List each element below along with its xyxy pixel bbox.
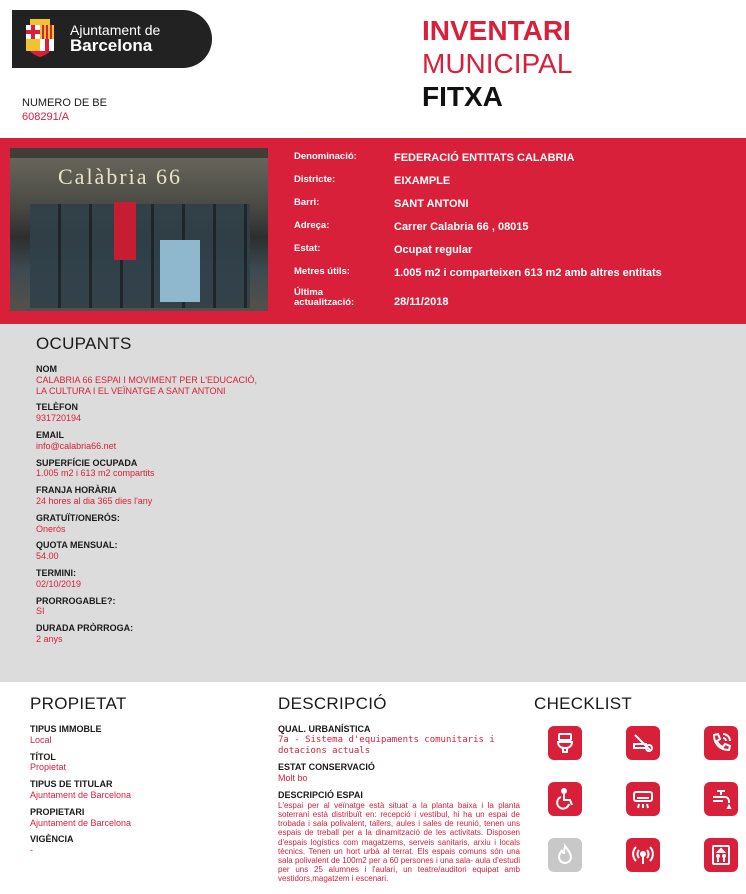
detail-label: Última actualització:	[294, 287, 355, 309]
detail-label: Estat:	[294, 243, 321, 254]
ocupant-field-gratuit: GRATUÏT/ONERÓS: Onerós	[36, 513, 266, 535]
field-label: NOM	[36, 364, 57, 374]
logo-line-1: Ajuntament de	[70, 21, 161, 38]
detail-value: Ocupat regular	[394, 244, 473, 256]
ocupants-title: OCUPANTS	[36, 334, 132, 353]
field-label: VIGÈNCIA	[30, 834, 74, 845]
field-value: Onerós	[36, 523, 66, 534]
summary-band: Calàbria 66 Denominació: FEDERACIÓ ENTIT…	[0, 138, 746, 324]
field-value: 1.005 m2 i 613 m2 compartits	[36, 468, 155, 479]
field-value: 2 anys	[36, 633, 63, 644]
detail-label: Districte:	[294, 174, 336, 185]
elevator-icon	[704, 838, 738, 872]
detail-value: EIXAMPLE	[394, 175, 451, 187]
checklist-title: CHECKLIST	[534, 694, 633, 713]
field-value[interactable]: info@calabria66.net	[36, 441, 266, 452]
propietat-section: PROPIETAT TIPUS IMMOBLE Local TÍTOL Prop…	[30, 694, 250, 862]
field-label: PROPIETARI	[30, 806, 85, 817]
field-label: QUAL. URBANÍSTICA	[278, 724, 371, 734]
field-value: Ajuntament de Barcelona	[30, 789, 132, 800]
field-label: QUOTA MENSUAL:	[36, 540, 118, 551]
field-value: 931720194	[36, 413, 82, 424]
field-label: GRATUÏT/ONERÓS:	[36, 512, 120, 523]
field-value: CALABRIA 66 ESPAI I MOVIMENT PER L'EDUCA…	[36, 374, 257, 396]
field-label: TELÈFON	[36, 402, 78, 413]
propietat-field: PROPIETARI Ajuntament de Barcelona	[30, 807, 250, 829]
propietat-title: PROPIETAT	[30, 694, 127, 713]
building-photo: Calàbria 66	[10, 148, 268, 311]
ocupants-list: OCUPANTS NOM CALABRIA 66 ESPAI I MOVIMEN…	[36, 334, 266, 651]
field-value: -	[30, 845, 33, 856]
ocupant-field-durada: DURADA PRÒRROGA: 2 anys	[36, 623, 266, 645]
descripcio-title: DESCRIPCIÓ	[278, 694, 387, 713]
field-label: TIPUS IMMOBLE	[30, 724, 102, 734]
field-value: Propietat	[30, 762, 67, 773]
propietat-field: TIPUS IMMOBLE Local	[30, 724, 250, 746]
toilet-icon	[548, 726, 582, 760]
field-value: 7a - Sistema d'equipaments comunitaris i…	[278, 734, 495, 756]
descripcio-espai: DESCRIPCIÓ ESPAI L'espai per al veïnatge…	[278, 790, 520, 883]
title-line-2: MUNICIPAL	[422, 48, 573, 80]
propietat-field: TÍTOL Propietat	[30, 752, 250, 774]
field-value: Molt bo	[278, 773, 308, 784]
logo-line-2: Barcelona	[70, 36, 153, 56]
propietat-field: VIGÈNCIA -	[30, 834, 250, 856]
ocupant-field-nom: NOM CALABRIA 66 ESPAI I MOVIMENT PER L'E…	[36, 364, 266, 396]
fire-icon	[548, 838, 582, 872]
field-value: 24 hores al dia 365 dies l'any	[36, 495, 153, 506]
ocupant-field-superficie: SUPERFÍCIE OCUPADA 1.005 m2 i 613 m2 com…	[36, 458, 266, 480]
field-value: Ajuntament de Barcelona	[30, 817, 132, 828]
ocupant-field-quota: QUOTA MENSUAL: 54.00	[36, 540, 266, 562]
field-label: FRANJA HORÀRIA	[36, 485, 117, 496]
ocupant-field-telefon: TELÈFON 931720194	[36, 402, 266, 424]
detail-value: FEDERACIÓ ENTITATS CALABRIA	[394, 152, 575, 164]
field-value: 54.00	[36, 551, 59, 562]
ocupant-field-email: EMAIL info@calabria66.net	[36, 430, 266, 452]
numero-be: NUMERO DE BE 608291/A	[22, 97, 107, 125]
no-smoking-icon	[626, 726, 660, 760]
photo-sign-text: Calàbria 66	[58, 164, 183, 189]
coat-of-arms-icon	[26, 19, 54, 57]
field-value: L'espai per al veïnatge està situat a la…	[278, 800, 520, 884]
phone-icon	[704, 726, 738, 760]
field-label: PRORROGABLE?:	[36, 595, 116, 606]
title-line-3: FITXA	[422, 81, 503, 113]
water-tap-icon	[704, 782, 738, 816]
field-value: 02/10/2019	[36, 578, 82, 589]
detail-value: SANT ANTONI	[394, 198, 469, 210]
wifi-signal-icon	[626, 838, 660, 872]
numero-be-value: 608291/A	[22, 110, 70, 123]
ocupant-field-termini: TERMINI: 02/10/2019	[36, 568, 266, 590]
field-value: SI	[36, 606, 45, 617]
field-label: SUPERFÍCIE OCUPADA	[36, 457, 138, 468]
detail-label: Denominació:	[294, 151, 357, 162]
detail-label: Adreça:	[294, 220, 330, 231]
page-title: INVENTARI MUNICIPAL FITXA	[422, 14, 572, 113]
field-label: DESCRIPCIÓ ESPAI	[278, 789, 363, 800]
title-line-1: INVENTARI	[422, 15, 571, 46]
detail-value: 1.005 m2 i comparteixen 613 m2 amb altre…	[394, 267, 662, 279]
ocupant-field-franja: FRANJA HORÀRIA 24 hores al dia 365 dies …	[36, 485, 266, 507]
estat-conservacio: ESTAT CONSERVACIÓ Molt bo	[278, 762, 520, 784]
wheelchair-icon	[548, 782, 582, 816]
field-label: TÍTOL	[30, 751, 56, 762]
detail-value: Carrer Calabria 66 , 08015	[394, 221, 529, 233]
field-label: DURADA PRÒRROGA:	[36, 623, 134, 634]
detail-label: Barri:	[294, 197, 320, 208]
ajuntament-logo: Ajuntament de Barcelona	[12, 10, 212, 68]
ocupant-field-prorrogable: PRORROGABLE?: SI	[36, 596, 266, 618]
field-label: ESTAT CONSERVACIÓ	[278, 762, 375, 773]
field-label: EMAIL	[36, 429, 64, 440]
field-label: TIPUS DE TITULAR	[30, 779, 113, 790]
numero-be-label: NUMERO DE BE	[22, 97, 107, 109]
field-value: Local	[30, 734, 52, 745]
checklist-section: CHECKLIST	[534, 694, 744, 724]
air-conditioning-icon	[626, 782, 660, 816]
detail-value: 28/11/2018	[394, 296, 449, 308]
detail-label: Metres útils:	[294, 266, 350, 277]
descripcio-section: DESCRIPCIÓ QUAL. URBANÍSTICA 7a - Sistem…	[278, 694, 520, 889]
qual-urbanistica: QUAL. URBANÍSTICA 7a - Sistema d'equipam…	[278, 724, 520, 756]
field-label: TERMINI:	[36, 567, 76, 578]
propietat-field: TIPUS DE TITULAR Ajuntament de Barcelona	[30, 779, 250, 801]
